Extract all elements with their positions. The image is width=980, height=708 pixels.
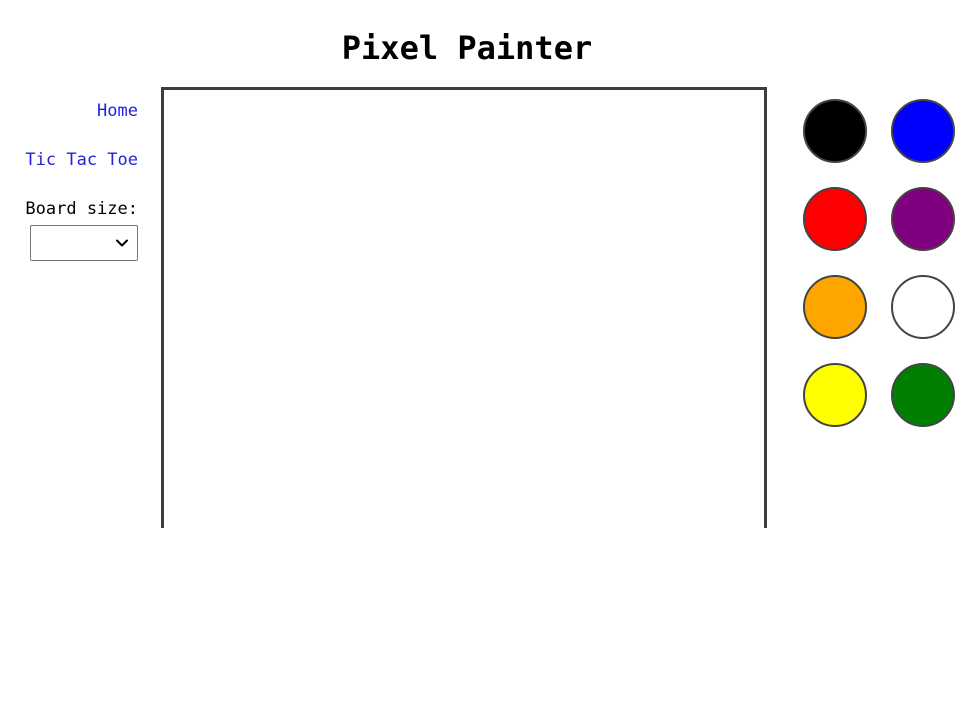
color-swatch-yellow[interactable] bbox=[803, 363, 867, 427]
nav-link-home[interactable]: Home bbox=[97, 98, 138, 124]
board-size-select[interactable] bbox=[30, 225, 138, 261]
color-swatch-orange[interactable] bbox=[803, 275, 867, 339]
color-swatch-blue[interactable] bbox=[891, 99, 955, 163]
painting-canvas[interactable] bbox=[161, 87, 767, 528]
color-swatch-purple[interactable] bbox=[891, 187, 955, 251]
color-swatch-white[interactable] bbox=[891, 275, 955, 339]
page-title: Pixel Painter bbox=[341, 29, 593, 67]
nav-link-tic-tac-toe[interactable]: Tic Tac Toe bbox=[25, 147, 138, 173]
color-swatch-black[interactable] bbox=[803, 99, 867, 163]
color-swatch-green[interactable] bbox=[891, 363, 955, 427]
board-size-label: Board size: bbox=[25, 199, 138, 219]
color-swatch-red[interactable] bbox=[803, 187, 867, 251]
chevron-down-icon bbox=[116, 239, 128, 247]
